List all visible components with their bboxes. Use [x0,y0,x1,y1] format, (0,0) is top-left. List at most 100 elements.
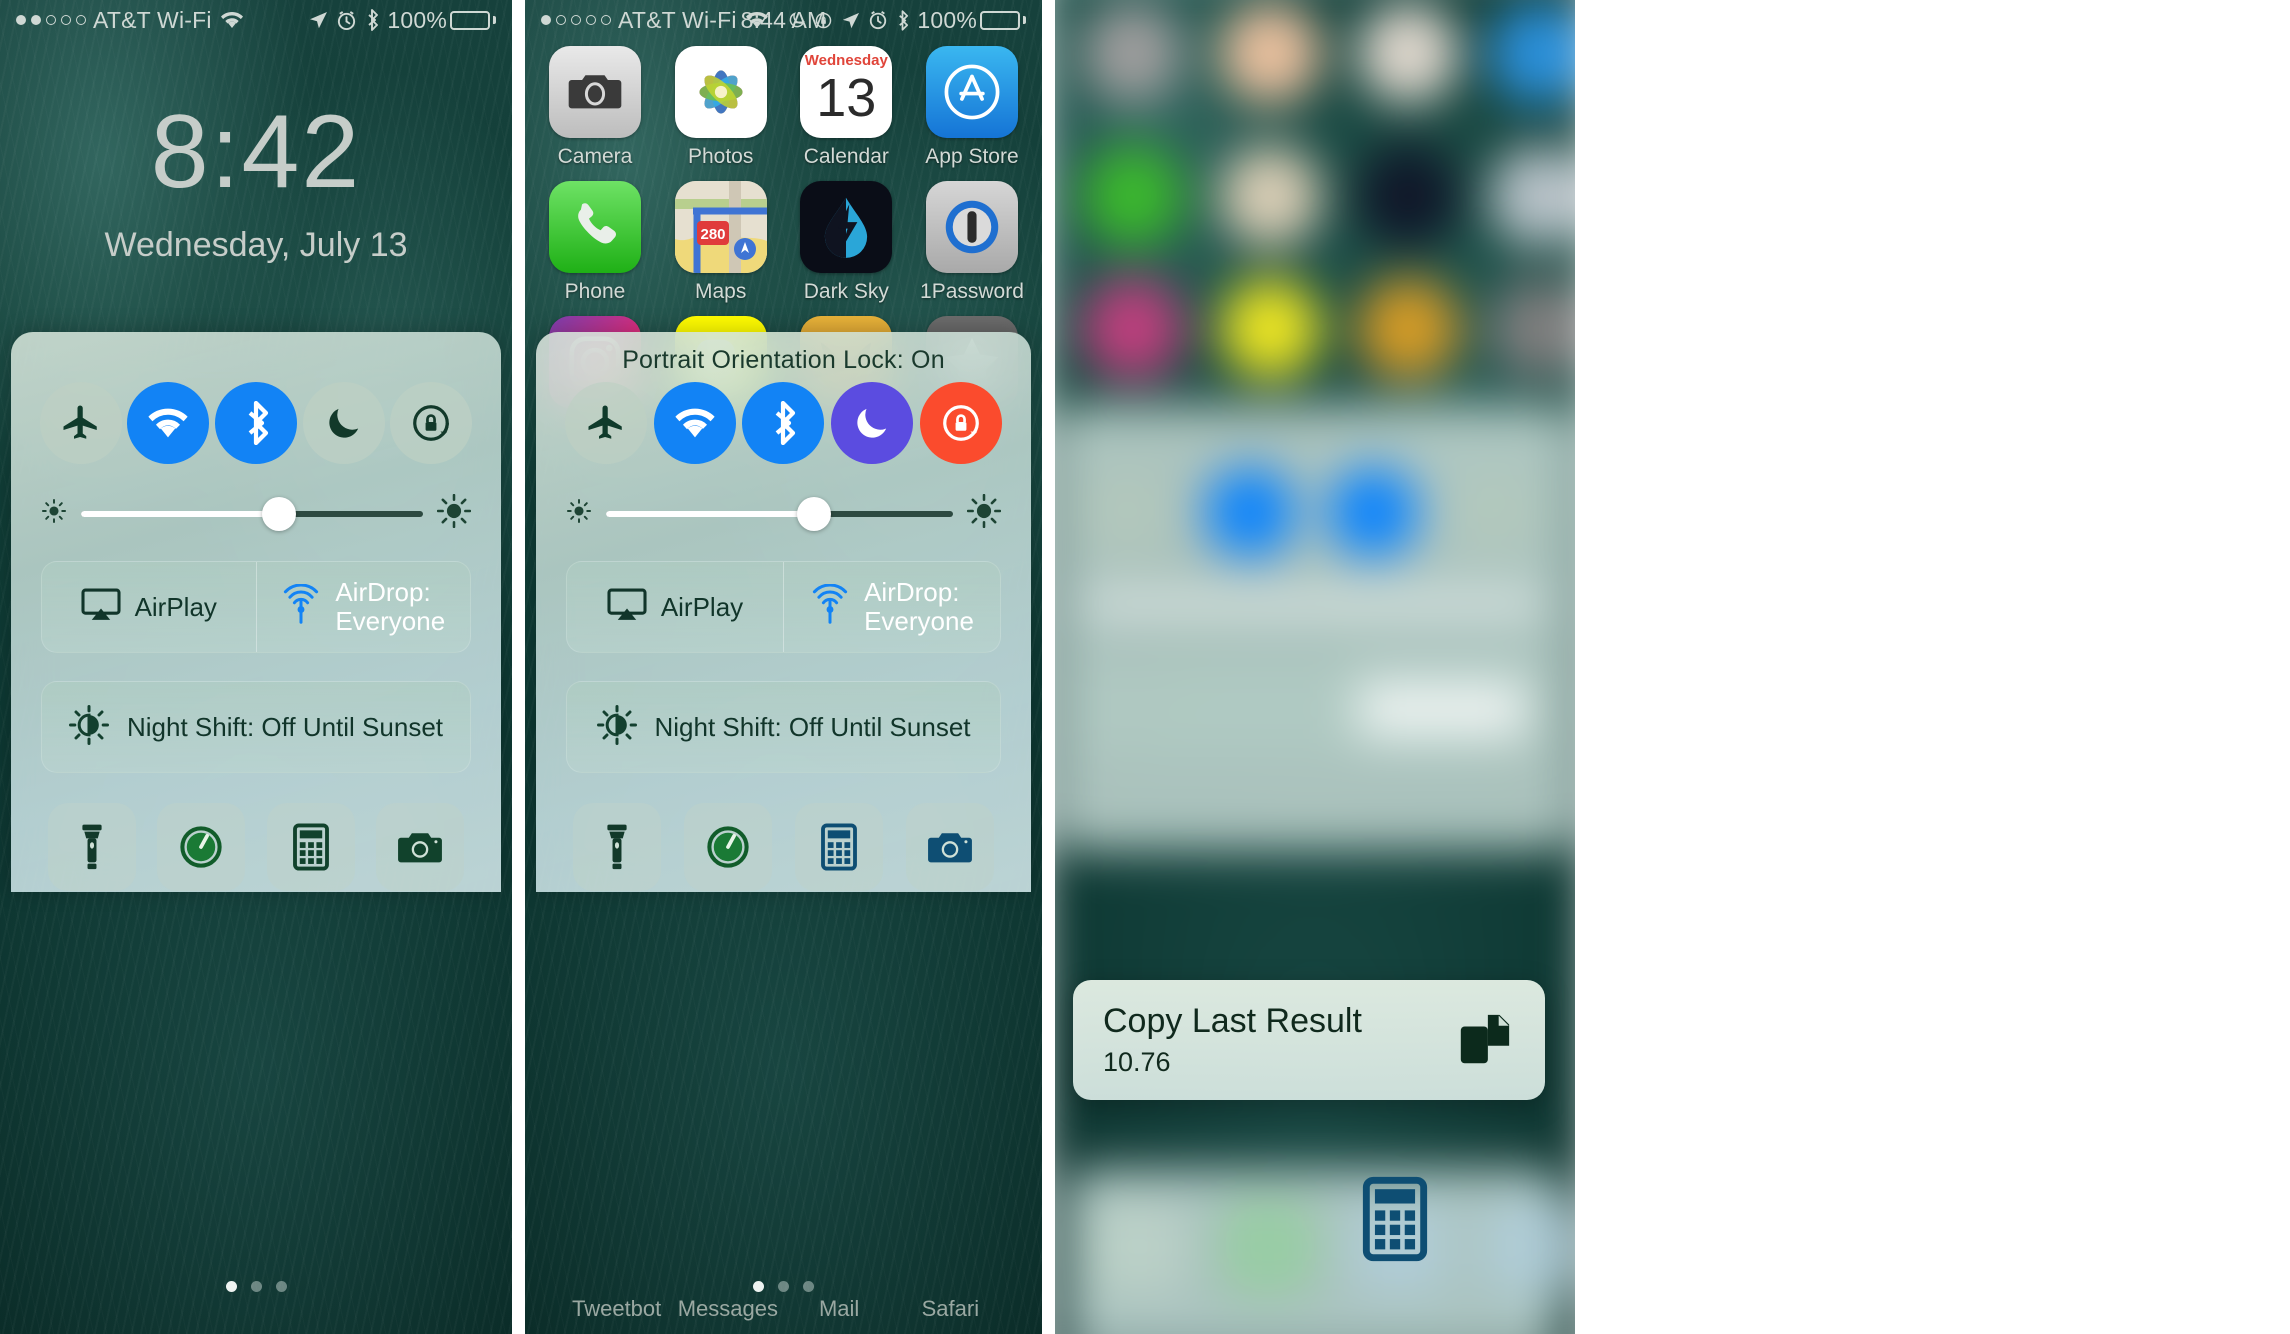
status-bar-1: AT&T Wi-Fi 100% [0,0,512,40]
lock-date: Wednesday, July 13 [104,226,408,264]
location-arrow-icon-2 [841,11,860,30]
popup-title: Copy Last Result [1103,1002,1362,1041]
wifi-toggle[interactable] [127,382,210,464]
camera-app-icon [549,46,641,138]
camera-shortcut-2[interactable] [905,803,994,891]
airplay-icon [81,588,121,627]
svg-text:280: 280 [700,226,725,243]
app-maps[interactable]: 280 Maps [665,181,777,304]
camera-shortcut[interactable] [376,803,465,891]
popup-text-block: Copy Last Result 10.76 [1103,1002,1453,1077]
airplay-icon-2 [607,588,647,627]
airplay-label-2: AirPlay [660,591,744,622]
screenshot-stage: AT&T Wi-Fi 100% 8:42 Wednesday, July 13 … [0,0,2290,1334]
status-bar-left-2: AT&T Wi-Fi [541,7,770,34]
airplay-airdrop-card-1: AirPlay AirDrop: Everyone [41,561,471,653]
app-label: Maps [694,280,747,303]
night-shift-icon [69,704,109,750]
night-shift-button-1[interactable]: Night Shift: Off Until Sunset [41,681,471,773]
airplay-button-1[interactable]: AirPlay [42,562,256,652]
onepassword-app-icon [925,181,1018,273]
app-phone[interactable]: Phone [539,181,651,304]
flashlight-shortcut-2[interactable] [573,803,662,891]
app-row-1: Camera Photos Wednesday 13 Calendar App … [539,46,1028,169]
calculator-shortcut-2[interactable] [794,803,883,891]
brightness-low-icon-2 [566,498,592,529]
bluetooth-icon [365,9,379,31]
airplay-airdrop-card-2: AirPlay AirDrop: Everyone [566,561,1001,653]
phone-panel-home-screen: AT&T Wi-Fi 8:44 AM 100% Camera Photos We… [525,0,1042,1334]
battery-percent-label-2: 100% [917,6,977,33]
panel-divider-1 [512,0,525,1334]
bluetooth-icon-2 [896,9,909,31]
dock-label-messages: Messages [677,1296,779,1321]
battery-indicator-2: 100% [917,7,1026,34]
app-appstore[interactable]: App Store [916,46,1028,169]
app-label: Camera [557,145,633,168]
airplane-mode-toggle[interactable] [39,382,122,464]
bluetooth-toggle[interactable] [214,382,297,464]
app-label: Dark Sky [803,280,889,303]
airplay-button-2[interactable]: AirPlay [567,562,783,652]
flashlight-shortcut[interactable] [47,803,136,891]
photos-app-icon [674,46,767,138]
airdrop-icon-2 [810,583,850,631]
airplay-label: AirPlay [134,591,217,622]
calendar-day: 13 [816,68,877,128]
night-shift-icon-2 [596,704,637,750]
app-calendar[interactable]: Wednesday 13 Calendar [790,46,902,169]
airdrop-icon [281,583,321,631]
control-center-shortcuts-2 [536,773,1031,891]
calendar-app-icon: Wednesday 13 [800,46,893,138]
airdrop-button-1[interactable]: AirDrop: Everyone [255,562,471,652]
calculator-shortcut[interactable] [266,803,355,891]
page-indicator-dots-1 [0,1281,512,1292]
app-photos[interactable]: Photos [665,46,777,169]
phone-panel-blurred: Copy Last Result 10.76 [1055,0,1575,1334]
lock-screen-clock: 8:42 Wednesday, July 13 [0,100,512,265]
darksky-app-icon [800,181,893,273]
control-center-shortcuts-1 [11,773,501,891]
timer-shortcut-2[interactable] [684,803,773,891]
wifi-toggle-2[interactable] [653,382,736,464]
orientation-lock-toggle[interactable] [390,382,473,464]
orientation-lock-toggle-2[interactable] [919,382,1002,464]
dock-label-mail: Mail [818,1296,860,1321]
dock-label-safari: Safari [921,1296,980,1321]
brightness-high-icon [436,493,472,533]
app-row-2: Phone 280 Maps Dark Sky 1Password [539,181,1028,304]
do-not-disturb-toggle[interactable] [302,382,385,464]
battery-indicator: 100% [387,7,496,34]
calculator-icon-focused[interactable] [1357,1176,1433,1262]
page-indicator-dots-2 [525,1281,1042,1292]
timer-shortcut[interactable] [157,803,246,891]
copy-documents-icon [1453,1009,1515,1071]
airdrop-label-2: AirDrop: Everyone [864,576,974,636]
control-center-toggles-1 [11,372,501,464]
brightness-slider-2[interactable] [606,496,953,531]
app-label: App Store [925,145,1019,168]
app-label: 1Password [920,280,1024,303]
control-center-panel-2[interactable]: Portrait Orientation Lock: On AirPlay Ai… [536,332,1031,892]
brightness-slider-1[interactable] [81,496,423,531]
copy-last-result-popup[interactable]: Copy Last Result 10.76 [1073,980,1545,1100]
status-bar-left: AT&T Wi-Fi [16,7,245,34]
status-bar-right-2: 100% [788,7,1026,34]
night-shift-button-2[interactable]: Night Shift: Off Until Sunset [566,681,1001,773]
appstore-app-icon [925,46,1018,138]
dock-labels: Tweetbot Messages Mail Safari [525,1296,1042,1322]
app-darksky[interactable]: Dark Sky [790,181,902,304]
app-1password[interactable]: 1Password [916,181,1028,304]
do-not-disturb-toggle-2[interactable] [831,382,914,464]
control-center-panel-1[interactable]: AirPlay AirDrop: Everyone Night Shift: O [11,332,501,892]
brightness-low-icon [41,498,67,529]
battery-percent-label: 100% [387,6,447,33]
airdrop-button-2[interactable]: AirDrop: Everyone [783,562,1000,652]
brightness-slider-row-2[interactable] [536,464,1031,533]
carrier-label-2: AT&T Wi-Fi [618,6,737,33]
brightness-slider-row-1[interactable] [11,464,501,533]
bluetooth-toggle-2[interactable] [742,382,825,464]
app-camera[interactable]: Camera [539,46,651,169]
airplane-mode-toggle-2[interactable] [565,382,648,464]
calendar-weekday: Wednesday [804,52,888,69]
